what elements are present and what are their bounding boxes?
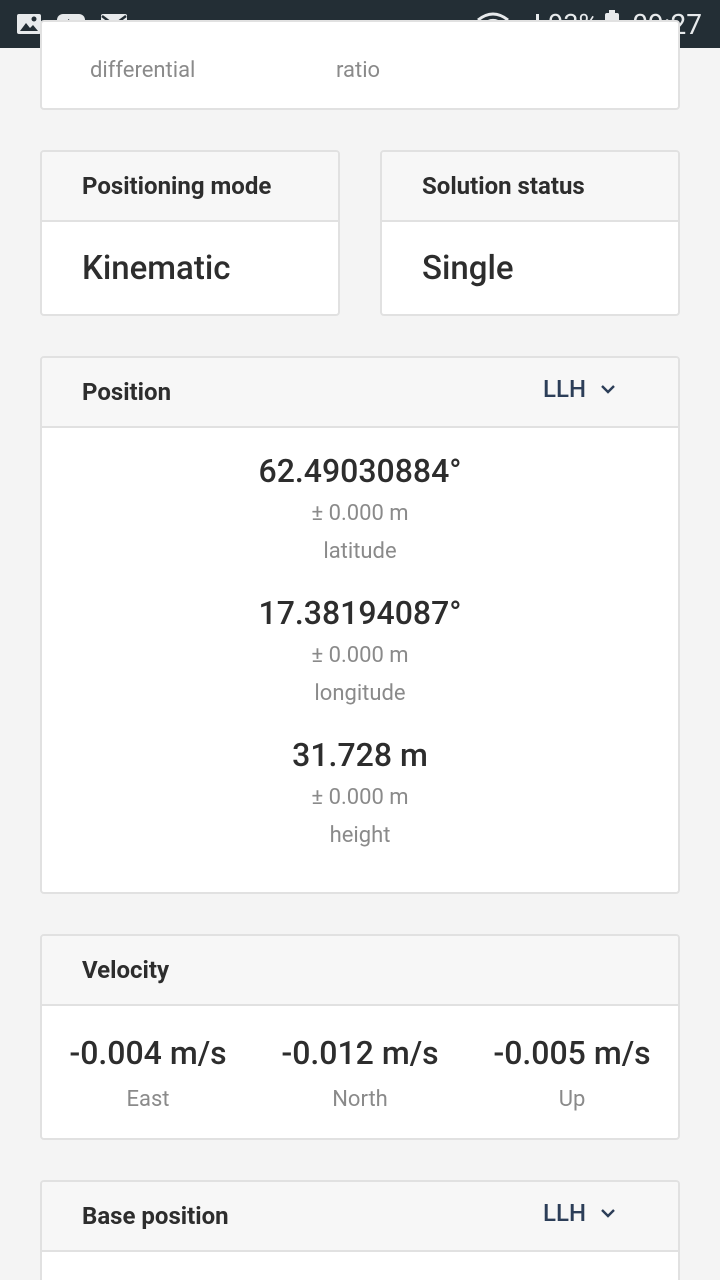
card-title: Solution status bbox=[382, 152, 678, 222]
image-icon bbox=[16, 13, 42, 35]
velocity-up: -0.005 m/s Up bbox=[466, 1030, 678, 1124]
chevron-down-icon bbox=[600, 384, 616, 394]
position-format-dropdown[interactable]: LLH bbox=[543, 358, 616, 420]
velocity-card: Velocity -0.004 m/s East -0.012 m/s Nort… bbox=[40, 934, 680, 1140]
solution-status-value: Single bbox=[422, 248, 514, 288]
latitude-value: 62.49030884° bbox=[258, 452, 462, 490]
card-title: Base position bbox=[82, 1202, 229, 1230]
height-value: 31.728 m bbox=[292, 736, 428, 774]
position-card: Position LLH 62.49030884° ± 0.000 m lati… bbox=[40, 356, 680, 894]
card-title: Velocity bbox=[42, 936, 678, 1006]
velocity-up-label: Up bbox=[558, 1087, 586, 1112]
velocity-up-value: -0.005 m/s bbox=[493, 1034, 651, 1072]
card-title: Position bbox=[82, 378, 172, 406]
latitude-accuracy: ± 0.000 m bbox=[311, 501, 409, 526]
differential-label: differential bbox=[90, 58, 196, 83]
height-label: height bbox=[329, 823, 391, 848]
card-header: Base position LLH bbox=[42, 1182, 678, 1252]
velocity-north: -0.012 m/s North bbox=[254, 1030, 466, 1124]
latitude-item: 62.49030884° ± 0.000 m latitude bbox=[42, 448, 678, 570]
velocity-north-label: North bbox=[332, 1087, 388, 1112]
height-item: 31.728 m ± 0.000 m height bbox=[42, 732, 678, 854]
dropdown-value: LLH bbox=[543, 1199, 586, 1227]
card-title: Positioning mode bbox=[42, 152, 338, 222]
velocity-east-value: -0.004 m/s bbox=[69, 1034, 227, 1072]
longitude-accuracy: ± 0.000 m bbox=[311, 643, 409, 668]
ratio-label: ratio bbox=[336, 58, 381, 83]
card-header: Position LLH bbox=[42, 358, 678, 428]
dropdown-value: LLH bbox=[543, 375, 586, 403]
solution-status-card: Solution status Single bbox=[380, 150, 680, 316]
base-position-card: Base position LLH bbox=[40, 1180, 680, 1280]
velocity-east: -0.004 m/s East bbox=[42, 1030, 254, 1124]
base-position-format-dropdown[interactable]: LLH bbox=[543, 1182, 616, 1244]
height-accuracy: ± 0.000 m bbox=[311, 785, 409, 810]
chevron-down-icon bbox=[600, 1208, 616, 1218]
velocity-east-label: East bbox=[126, 1087, 170, 1112]
velocity-north-value: -0.012 m/s bbox=[281, 1034, 439, 1072]
longitude-value: 17.38194087° bbox=[258, 594, 462, 632]
longitude-item: 17.38194087° ± 0.000 m longitude bbox=[42, 590, 678, 712]
ratio-card: differential ratio bbox=[40, 20, 680, 110]
positioning-mode-value: Kinematic bbox=[82, 248, 231, 288]
positioning-mode-card: Positioning mode Kinematic bbox=[40, 150, 340, 316]
latitude-label: latitude bbox=[323, 539, 397, 564]
longitude-label: longitude bbox=[314, 681, 406, 706]
